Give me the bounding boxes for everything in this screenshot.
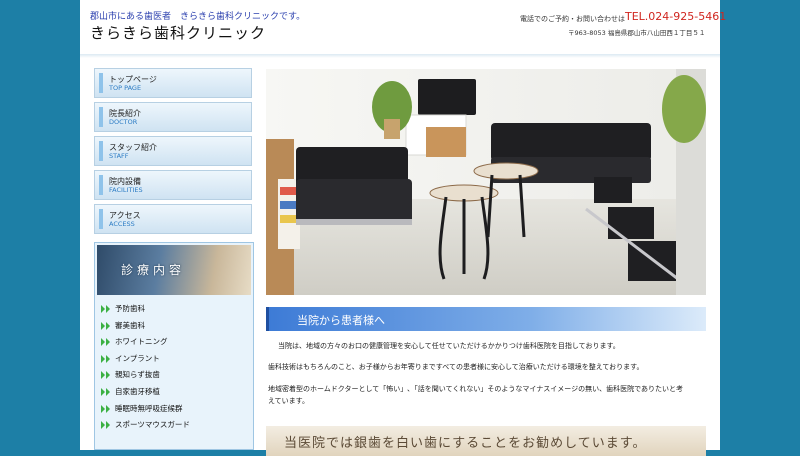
service-label: 自家歯牙移植 — [115, 386, 160, 396]
nav-item-staff[interactable]: スタッフ紹介 STAFF — [94, 136, 252, 166]
double-arrow-icon — [101, 305, 110, 313]
service-label: 審美歯科 — [115, 320, 145, 330]
intro-paragraph-3: 地域密着型のホームドクターとして「怖い」､「話を聞いてくれない」そのようなマイナ… — [268, 385, 684, 393]
section-heading: 当院から患者様へ — [266, 307, 706, 331]
intro-paragraph-1: 当院は、地域の方々のお口の健康管理を安心して任せていただけるかかりつけ歯科医院を… — [278, 342, 620, 350]
double-arrow-icon — [101, 354, 110, 363]
services-panel: 診療内容 予防歯科 審美歯科 ホワイトニング インプラント 親知らず抜歯 自家歯… — [94, 242, 254, 450]
nav-item-facilities[interactable]: 院内設備 FACILITIES — [94, 170, 252, 200]
nav-item-doctor[interactable]: 院長紹介 DOCTOR — [94, 102, 252, 132]
intro-paragraph-2: 歯科技術はもちろんのこと、お子様からお年寄りまですべての患者様に安心して治療いた… — [268, 363, 644, 371]
service-link-autotransplant[interactable]: 自家歯牙移植 — [95, 384, 253, 401]
site-header: 郡山市にある歯医者 きらきら歯科クリニックです。 きらきら歯科クリニック 電話で… — [80, 0, 726, 58]
contact-label: 電話でのご予約・お問い合わせは — [520, 15, 625, 23]
nav-item-sublabel: DOCTOR — [109, 118, 138, 126]
tagline: 郡山市にある歯医者 きらきら歯科クリニックです。 — [90, 12, 306, 22]
nav-item-sublabel: TOP PAGE — [109, 84, 142, 92]
service-link-preventive[interactable]: 予防歯科 — [95, 301, 253, 318]
intro-paragraph-3-cont: えています。 — [268, 397, 309, 405]
sidebar-nav: トップページ TOP PAGE 院長紹介 DOCTOR スタッフ紹介 STAFF… — [94, 68, 254, 238]
section-heading-text: 当院から患者様へ — [297, 314, 385, 327]
site-title[interactable]: きらきら歯科クリニック — [90, 22, 266, 43]
phone-number[interactable]: TEL.024-925-5461 — [625, 10, 726, 23]
waiting-room-photo — [266, 69, 706, 295]
double-arrow-icon — [101, 371, 110, 380]
nav-item-sublabel: ACCESS — [109, 220, 135, 228]
service-label: スポーツマウスガード — [115, 420, 190, 430]
double-arrow-icon — [101, 421, 110, 430]
service-link-whitening[interactable]: ホワイトニング — [95, 334, 253, 351]
service-label: 予防歯科 — [115, 304, 145, 313]
services-list: 予防歯科 審美歯科 ホワイトニング インプラント 親知らず抜歯 自家歯牙移植 睡… — [95, 301, 253, 434]
double-arrow-icon — [101, 321, 110, 330]
nav-item-sublabel: STAFF — [109, 152, 129, 160]
nav-item-access[interactable]: アクセス ACCESS — [94, 204, 252, 234]
service-link-implant[interactable]: インプラント — [95, 351, 253, 368]
nav-item-sublabel: FACILITIES — [109, 186, 143, 194]
double-arrow-icon — [101, 387, 110, 396]
address: 〒963-8053 福島県郡山市八山田西１丁目５１ — [568, 29, 706, 37]
double-arrow-icon — [101, 338, 110, 347]
page: 郡山市にある歯医者 きらきら歯科クリニックです。 きらきら歯科クリニック 電話で… — [80, 0, 726, 456]
service-link-mouthguard[interactable]: スポーツマウスガード — [95, 417, 253, 434]
silver-teeth-banner[interactable]: 当医院では銀歯を白い歯にすることをお勧めしています。 — [266, 426, 706, 456]
double-arrow-icon — [101, 404, 110, 413]
silver-teeth-banner-text: 当医院では銀歯を白い歯にすることをお勧めしています。 — [284, 436, 647, 451]
service-link-wisdom-tooth[interactable]: 親知らず抜歯 — [95, 367, 253, 384]
service-link-sleep-apnea[interactable]: 睡眠時無呼吸症候群 — [95, 401, 253, 418]
nav-item-top[interactable]: トップページ TOP PAGE — [94, 68, 252, 98]
service-link-cosmetic[interactable]: 審美歯科 — [95, 318, 253, 335]
service-label: インプラント — [115, 353, 160, 363]
service-label: ホワイトニング — [115, 337, 168, 347]
service-label: 親知らず抜歯 — [115, 370, 160, 380]
services-banner: 診療内容 — [97, 245, 251, 295]
waiting-room-illustration — [266, 69, 706, 295]
header-divider — [80, 54, 720, 58]
services-title: 診療内容 — [121, 263, 186, 277]
service-label: 睡眠時無呼吸症候群 — [115, 403, 183, 413]
